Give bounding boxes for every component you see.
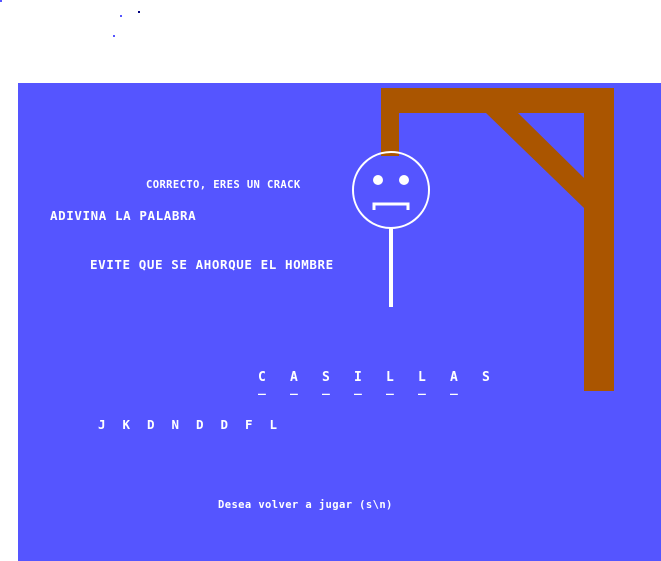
letter-slot: I _ (354, 371, 386, 396)
letter-slot: L _ (386, 371, 418, 396)
letter-slot: A _ (290, 371, 322, 396)
letter-slot: C _ (258, 371, 290, 396)
letter-slot: L _ (418, 371, 450, 396)
gallows-brace (486, 113, 584, 208)
wrong-letter: D (220, 417, 229, 432)
word-display: C _ A _ S _ I _ L _ L _ A _ S (258, 371, 514, 396)
letter-slot: S _ (322, 371, 354, 396)
wrong-letter: N (171, 417, 180, 432)
letter-underline: _ (322, 381, 330, 396)
stray-pixel (0, 0, 2, 2)
wrong-letter: F (245, 417, 253, 432)
stray-pixel (113, 35, 115, 37)
letter-slot: A _ (450, 371, 482, 396)
left-eye (373, 175, 383, 185)
sad-mouth (372, 202, 410, 210)
instruction-text: EVITE QUE SE AHORQUE EL HOMBRE (90, 257, 334, 272)
feedback-message: CORRECTO, ERES UN CRACK (146, 179, 301, 191)
replay-prompt[interactable]: Desea volver a jugar (s\n) (218, 500, 393, 511)
wrong-letter: K (122, 417, 131, 432)
hanged-man (352, 151, 430, 307)
letter-underline: _ (418, 381, 426, 396)
gallows-rope-arm (381, 88, 399, 156)
wrong-letter: D (196, 417, 204, 432)
letter-underline: _ (290, 381, 298, 396)
letter: S (482, 370, 490, 385)
wrong-letter: L (269, 417, 278, 432)
wrong-letter: J (98, 417, 106, 432)
right-eye (399, 175, 409, 185)
letter-slot: S (482, 371, 514, 393)
wrong-letters: J K D N D D F L (98, 417, 294, 432)
letter-underline: _ (450, 381, 458, 396)
wrong-letter: D (147, 417, 155, 432)
body (389, 228, 393, 307)
gallows (381, 88, 614, 391)
gallows-pole (584, 88, 614, 391)
page-title: ADIVINA LA PALABRA (50, 208, 197, 223)
game-screen: CORRECTO, ERES UN CRACK ADIVINA LA PALAB… (18, 83, 661, 561)
hangman-drawing (352, 88, 614, 391)
gallows-top-beam (381, 88, 614, 113)
stray-pixel (120, 15, 122, 17)
head (352, 151, 430, 229)
letter-underline: _ (258, 381, 266, 396)
letter-underline: _ (354, 381, 362, 396)
letter-underline: _ (386, 381, 394, 396)
stray-pixel (138, 11, 140, 13)
